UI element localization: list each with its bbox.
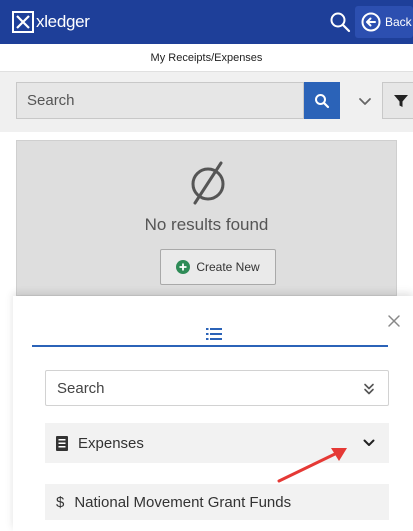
document-list-icon (56, 435, 68, 451)
results-panel: No results found Create New (16, 140, 397, 296)
xledger-logo[interactable]: xledger (12, 9, 90, 35)
back-button[interactable]: Back (355, 6, 413, 38)
filter-button[interactable] (382, 82, 413, 119)
back-arrow-icon (361, 12, 381, 32)
fund-label: National Movement Grant Funds (74, 493, 292, 511)
header-search-icon[interactable] (328, 10, 352, 34)
chevron-down-icon[interactable] (363, 438, 375, 448)
page-title-bar: My Receipts/Expenses (0, 44, 413, 72)
empty-message: No results found (144, 215, 269, 234)
filter-icon (394, 94, 408, 107)
search-placeholder: Search (27, 92, 75, 109)
page-title: My Receipts/Expenses (150, 51, 263, 64)
expenses-label: Expenses (78, 434, 144, 452)
sheet-search-input[interactable]: Search (45, 370, 389, 406)
search-button[interactable] (304, 82, 340, 119)
annotation-arrow-icon (277, 448, 347, 483)
search-toolbar: Search (0, 72, 413, 132)
logo-mark-icon (12, 11, 34, 33)
national-movement-grant-funds-row[interactable]: $ National Movement Grant Funds (45, 484, 389, 520)
create-new-button[interactable]: Create New (160, 249, 276, 285)
filter-bottom-sheet: Search Expenses $ National Movement Gran… (13, 296, 413, 531)
search-input[interactable]: Search (16, 82, 304, 119)
back-label: Back (385, 15, 412, 29)
top-bar: xledger Back (0, 0, 413, 44)
list-icon[interactable] (206, 327, 222, 346)
close-icon[interactable] (387, 314, 401, 328)
chevron-down-icon (359, 98, 371, 105)
dollar-icon: $ (56, 493, 65, 511)
create-new-label: Create New (196, 260, 260, 274)
options-chevron-button[interactable] (356, 92, 374, 110)
active-tab-underline (32, 345, 388, 347)
sheet-search-placeholder: Search (57, 379, 105, 397)
double-chevron-down-icon[interactable] (362, 382, 376, 396)
logo-text: xledger (36, 12, 90, 31)
search-icon (315, 93, 330, 108)
empty-set-icon (189, 159, 227, 210)
plus-circle-icon (176, 260, 191, 274)
